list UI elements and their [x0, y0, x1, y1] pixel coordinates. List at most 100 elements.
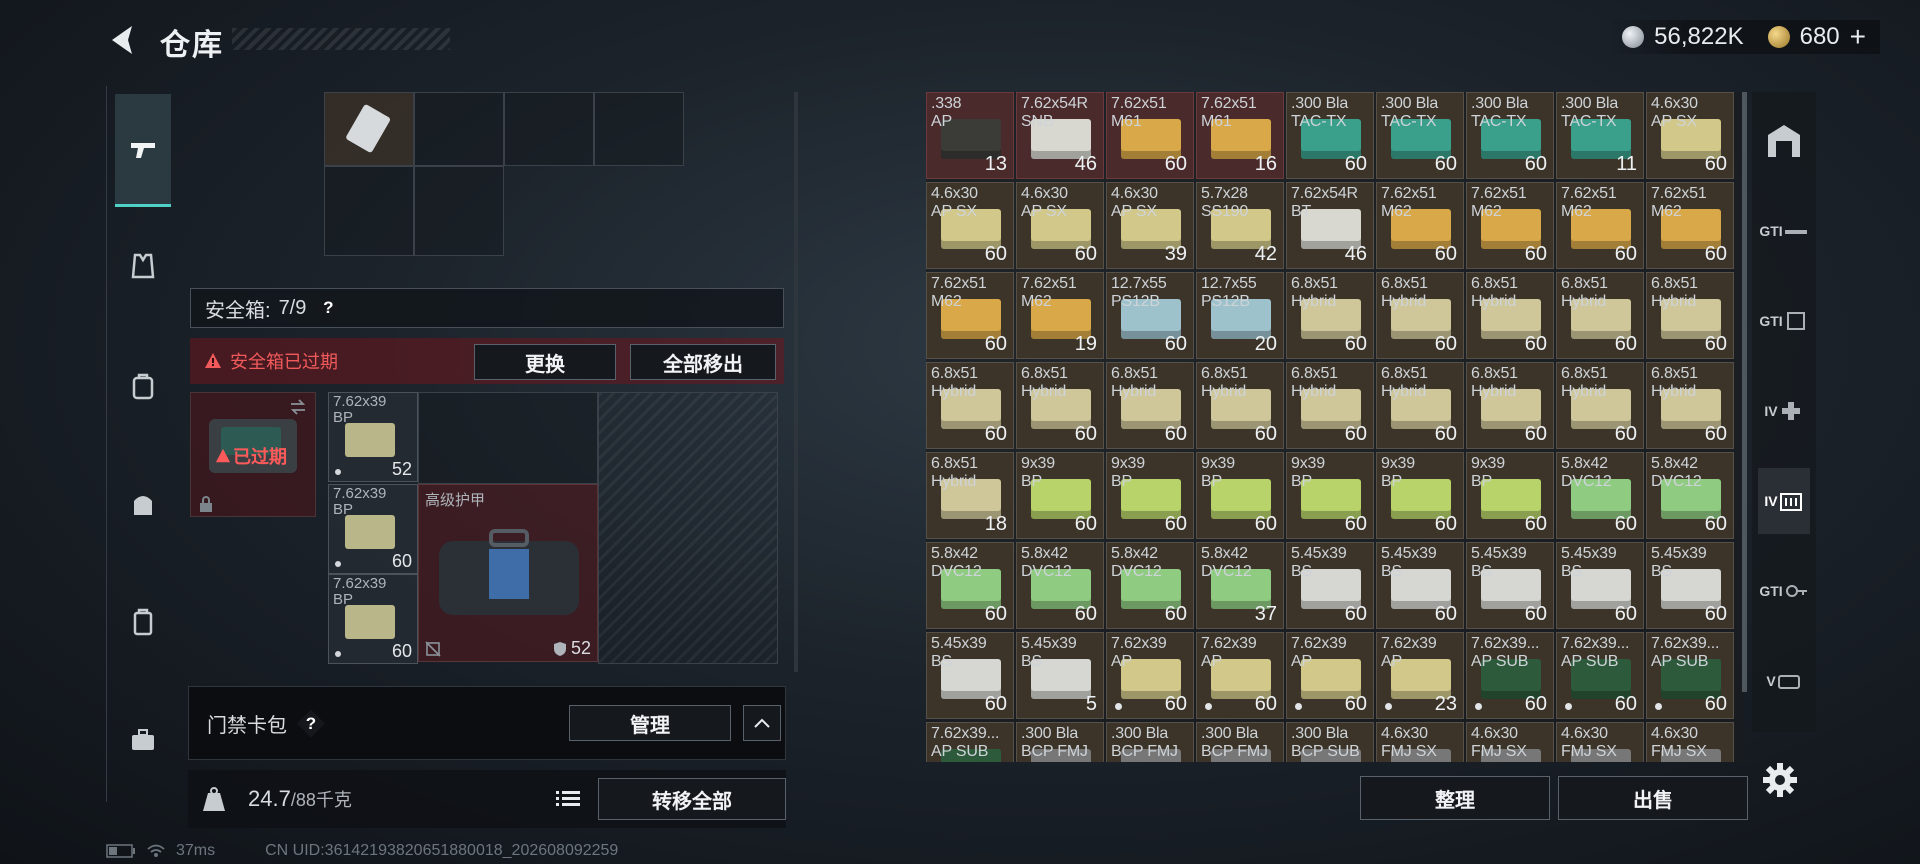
grid-slot[interactable]	[504, 92, 594, 166]
stash-ammo-slot[interactable]: 4.6x30 AP SX 39	[1106, 182, 1194, 269]
stash-ammo-slot[interactable]: 5.45x39 BS 60	[1466, 542, 1554, 629]
stash-ammo-slot[interactable]: 7.62x51 M62 60	[926, 272, 1014, 359]
stash-ammo-slot[interactable]: 7.62x51 M61 60	[1106, 92, 1194, 179]
stash-ammo-slot[interactable]: 7.62x54R BT 46	[1286, 182, 1374, 269]
stash-ammo-slot[interactable]: 7.62x39... AP SUB 60	[1466, 632, 1554, 719]
remove-all-button[interactable]: 全部移出	[630, 344, 776, 380]
stash-ammo-slot[interactable]: 7.62x39... AP SUB 60	[1646, 632, 1734, 719]
grid-slot[interactable]	[414, 92, 504, 166]
stash-ammo-slot[interactable]: 4.6x30 AP SX 60	[1016, 182, 1104, 269]
stash-ammo-slot[interactable]: 7.62x51 M62 60	[1376, 182, 1464, 269]
stash-ammo-slot[interactable]: 4.6x30 FMJ SX	[1556, 722, 1644, 762]
safe-ammo-slot[interactable]: 7.62x39 BP 52	[328, 392, 418, 482]
stash-ammo-slot[interactable]: 7.62x39... AP SUB	[926, 722, 1014, 762]
stash-ammo-slot[interactable]: .300 Bla BCP FMJ	[1196, 722, 1284, 762]
nav-weapons[interactable]	[115, 94, 171, 207]
safe-box-help-button[interactable]: ?	[314, 294, 343, 322]
stash-ammo-slot[interactable]: 5.8x42 DVC12 60	[926, 542, 1014, 629]
stash-ammo-slot[interactable]: 9x39 BP 60	[1106, 452, 1194, 539]
nav-armor[interactable]	[115, 238, 171, 294]
stash-ammo-slot[interactable]: 5.45x39 BS 60	[1286, 542, 1374, 629]
stash-tab-3[interactable]: IV	[1758, 378, 1810, 444]
stash-ammo-slot[interactable]: 6.8x51 Hybrid 60	[926, 362, 1014, 449]
grid-slot-item[interactable]	[324, 92, 414, 166]
stash-ammo-slot[interactable]: 7.62x39... AP SUB 60	[1556, 632, 1644, 719]
stash-ammo-slot[interactable]: 5.45x39 BS 60	[926, 632, 1014, 719]
stash-ammo-slot[interactable]: 6.8x51 Hybrid 60	[1466, 362, 1554, 449]
stash-ammo-slot[interactable]: .300 Bla BCP FMJ	[1106, 722, 1194, 762]
stash-ammo-slot[interactable]: 7.62x51 M62 60	[1556, 182, 1644, 269]
stash-ammo-slot[interactable]: .300 Bla BCP SUB	[1286, 722, 1374, 762]
nav-backpack[interactable]	[115, 358, 171, 414]
stash-ammo-slot[interactable]: 6.8x51 Hybrid 60	[1466, 272, 1554, 359]
stash-tab-6[interactable]: V	[1758, 648, 1810, 714]
stash-ammo-slot[interactable]: 9x39 BP 60	[1286, 452, 1374, 539]
stash-ammo-slot[interactable]: 6.8x51 Hybrid 60	[1376, 272, 1464, 359]
stash-ammo-slot[interactable]: 7.62x39 AP 60	[1286, 632, 1374, 719]
stash-ammo-slot[interactable]: 6.8x51 Hybrid 60	[1556, 362, 1644, 449]
stash-ammo-slot[interactable]: 6.8x51 Hybrid 60	[1106, 362, 1194, 449]
stash-ammo-slot[interactable]: 6.8x51 Hybrid 18	[926, 452, 1014, 539]
stash-ammo-slot[interactable]: 7.62x54R SNB 46	[1016, 92, 1104, 179]
stash-ammo-slot[interactable]: 5.8x42 DVC12 60	[1556, 452, 1644, 539]
nav-container[interactable]	[115, 594, 171, 650]
stash-ammo-slot[interactable]: 4.6x30 FMJ SX	[1466, 722, 1554, 762]
nav-toolbox[interactable]	[115, 712, 171, 768]
stash-ammo-slot[interactable]: 5.45x39 BS 60	[1646, 542, 1734, 629]
stash-ammo-slot[interactable]: .300 Bla TAC-TX 60	[1376, 92, 1464, 179]
stash-ammo-slot[interactable]: 9x39 BP 60	[1376, 452, 1464, 539]
stash-ammo-slot[interactable]: 6.8x51 Hybrid 60	[1646, 272, 1734, 359]
stash-tab-1[interactable]: GTI	[1758, 198, 1810, 264]
grid-slot[interactable]	[418, 392, 598, 484]
stash-ammo-slot[interactable]: 7.62x51 M62 60	[1646, 182, 1734, 269]
stash-ammo-slot[interactable]: 9x39 BP 60	[1016, 452, 1104, 539]
nav-bag[interactable]	[115, 476, 171, 532]
stash-tab-all[interactable]	[1758, 108, 1810, 174]
back-arrow-icon[interactable]	[106, 22, 136, 58]
manage-button[interactable]: 管理	[569, 705, 731, 741]
grid-slot[interactable]	[324, 166, 414, 256]
safe-ammo-slot[interactable]: 7.62x39 BP 60	[328, 574, 418, 664]
transfer-all-button[interactable]: 转移全部	[598, 778, 786, 820]
stash-tab-4[interactable]: IV	[1758, 468, 1810, 534]
settings-gear-icon[interactable]	[1762, 762, 1798, 798]
safe-ammo-slot[interactable]: 7.62x39 BP 60	[328, 484, 418, 574]
grid-slot[interactable]	[594, 92, 684, 166]
stash-ammo-slot[interactable]: 5.8x42 DVC12 60	[1016, 542, 1104, 629]
armor-slot[interactable]: 高级护甲 52	[418, 484, 598, 662]
stash-ammo-slot[interactable]: 5.7x28 SS190 42	[1196, 182, 1284, 269]
stash-ammo-slot[interactable]: 6.8x51 Hybrid 60	[1196, 362, 1284, 449]
stash-ammo-slot[interactable]: 9x39 BP 60	[1466, 452, 1554, 539]
stash-ammo-slot[interactable]: .300 Bla TAC-TX 60	[1286, 92, 1374, 179]
stash-tab-5[interactable]: GTI	[1758, 558, 1810, 624]
left-scrollbar[interactable]	[794, 92, 798, 672]
stash-tab-2[interactable]: GTI	[1758, 288, 1810, 354]
grid-slot[interactable]	[414, 166, 504, 256]
stash-ammo-slot[interactable]: 7.62x39 AP 23	[1376, 632, 1464, 719]
list-view-button[interactable]	[548, 780, 588, 818]
stash-ammo-slot[interactable]: 5.8x42 DVC12 37	[1196, 542, 1284, 629]
replace-button[interactable]: 更换	[474, 344, 616, 380]
stash-ammo-slot[interactable]: 4.6x30 FMJ SX	[1376, 722, 1464, 762]
stash-ammo-slot[interactable]: .338 AP 13	[926, 92, 1014, 179]
stash-ammo-slot[interactable]: 5.8x42 DVC12 60	[1646, 452, 1734, 539]
stash-ammo-slot[interactable]: 12.7x55 PS12B 60	[1106, 272, 1194, 359]
collapse-button[interactable]	[743, 705, 781, 741]
stash-ammo-slot[interactable]: 6.8x51 Hybrid 60	[1646, 362, 1734, 449]
stash-ammo-slot[interactable]: .300 Bla TAC-TX 60	[1466, 92, 1554, 179]
stash-ammo-slot[interactable]: 5.45x39 BS 5	[1016, 632, 1104, 719]
stash-ammo-slot[interactable]: 4.6x30 AP SX 60	[1646, 92, 1734, 179]
safe-case-slot[interactable]: 已过期	[190, 392, 316, 517]
stash-ammo-slot[interactable]: 5.45x39 BS 60	[1376, 542, 1464, 629]
sell-button[interactable]: 出售	[1558, 776, 1748, 820]
stash-ammo-slot[interactable]: 4.6x30 FMJ SX	[1646, 722, 1734, 762]
add-currency-button[interactable]: +	[1850, 21, 1866, 53]
stash-scrollbar[interactable]	[1742, 92, 1747, 692]
stash-ammo-slot[interactable]: 6.8x51 Hybrid 60	[1016, 362, 1104, 449]
stash-ammo-slot[interactable]: 7.62x51 M62 19	[1016, 272, 1104, 359]
stash-ammo-slot[interactable]: 7.62x51 M62 60	[1466, 182, 1554, 269]
stash-ammo-slot[interactable]: 6.8x51 Hybrid 60	[1286, 272, 1374, 359]
stash-ammo-slot[interactable]: 6.8x51 Hybrid 60	[1286, 362, 1374, 449]
stash-ammo-slot[interactable]: 5.45x39 BS 60	[1556, 542, 1644, 629]
keycard-help-button[interactable]: ?	[297, 709, 325, 738]
